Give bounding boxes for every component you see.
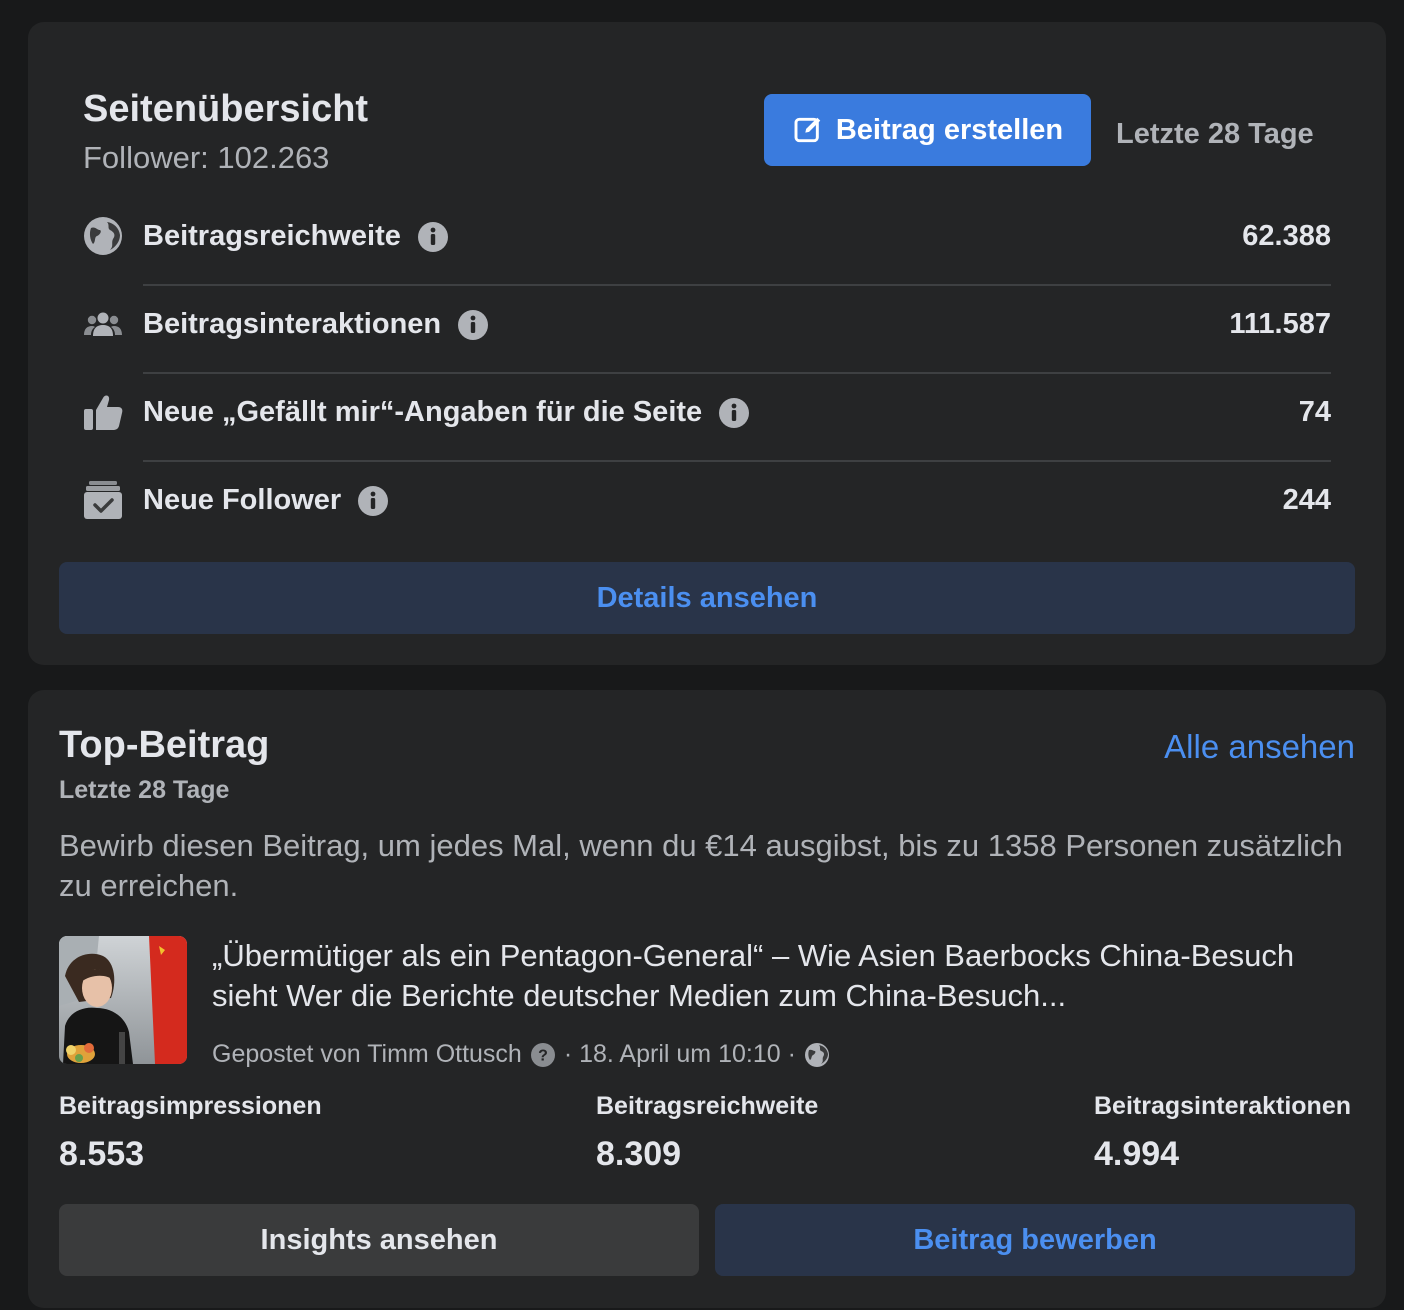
view-details-button[interactable]: Details ansehen [59,562,1355,634]
stat-value: 4.994 [1094,1135,1180,1173]
svg-text:?: ? [538,1047,548,1064]
metric-label: Neue „Gefällt mir“-Angaben für die Seite [143,396,703,428]
top-post-card: Top-Beitrag Alle ansehen Letzte 28 Tage … [28,690,1386,1308]
top-post-period: Letzte 28 Tage [59,776,230,804]
stat-value: 8.553 [59,1135,145,1173]
post-image [59,936,187,1064]
posted-by: Gepostet von Timm Ottusch [212,1040,522,1068]
stat-value: 8.309 [596,1135,682,1173]
edit-icon [794,117,821,143]
metric-value: 74 [1298,396,1331,428]
create-post-label: Beitrag erstellen [835,113,1064,146]
metric-value: 111.587 [1229,308,1331,340]
public-globe-icon [804,1042,829,1067]
post-date: · 18. April um 10:10 · [563,1040,796,1068]
stat-label: Beitragsimpressionen [59,1092,322,1120]
stat-impressions: Beitragsimpressionen 8.553 [59,1092,322,1174]
info-icon[interactable] [457,309,489,341]
top-post-title: Top-Beitrag [59,724,270,766]
see-all-link[interactable]: Alle ansehen [1164,728,1355,766]
globe-icon [84,217,122,255]
metric-label: Beitragsinteraktionen [143,308,442,340]
metric-row-new-followers: Neue Follower 244 [83,462,1331,550]
metric-row-post-interactions: Beitragsinteraktionen 111.587 [83,286,1331,374]
post-meta: Gepostet von Timm Ottusch ? · 18. April … [212,1040,830,1069]
metric-value: 62.388 [1242,220,1331,252]
post-thumbnail[interactable] [59,936,187,1064]
stat-label: Beitragsinteraktionen [1094,1092,1352,1120]
metric-row-new-page-likes: Neue „Gefällt mir“-Angaben für die Seite… [83,374,1331,462]
metric-label: Neue Follower [143,484,342,516]
follow-box-icon [84,481,122,519]
page-overview-card: Seitenübersicht Follower: 102.263 Beitra… [28,22,1386,665]
info-icon[interactable] [718,397,750,429]
follower-count: Follower: 102.263 [83,140,330,175]
info-icon[interactable] [357,485,389,517]
page-overview-title: Seitenübersicht [83,88,369,130]
boost-post-button[interactable]: Beitrag bewerben [715,1204,1355,1276]
people-icon [84,312,122,336]
stat-label: Beitragsreichweite [596,1092,819,1120]
stat-reach: Beitragsreichweite 8.309 [596,1092,818,1174]
stat-interactions: Beitragsinteraktionen 4.994 [1094,1092,1351,1174]
period-selector[interactable]: Letzte 28 Tage [1116,118,1314,151]
thumbs-up-icon [84,395,123,430]
create-post-button[interactable]: Beitrag erstellen [764,94,1091,166]
post-text[interactable]: „Übermütiger als ein Pentagon-General“ –… [212,936,1352,1016]
info-icon[interactable] [417,221,449,253]
metric-row-post-reach: Beitragsreichweite 62.388 [83,198,1331,286]
metric-value: 244 [1282,484,1331,516]
metric-label: Beitragsreichweite [143,220,401,252]
help-icon[interactable]: ? [530,1042,556,1068]
promotion-hint: Bewirb diesen Beitrag, um jedes Mal, wen… [59,828,1343,903]
view-insights-button[interactable]: Insights ansehen [59,1204,699,1276]
